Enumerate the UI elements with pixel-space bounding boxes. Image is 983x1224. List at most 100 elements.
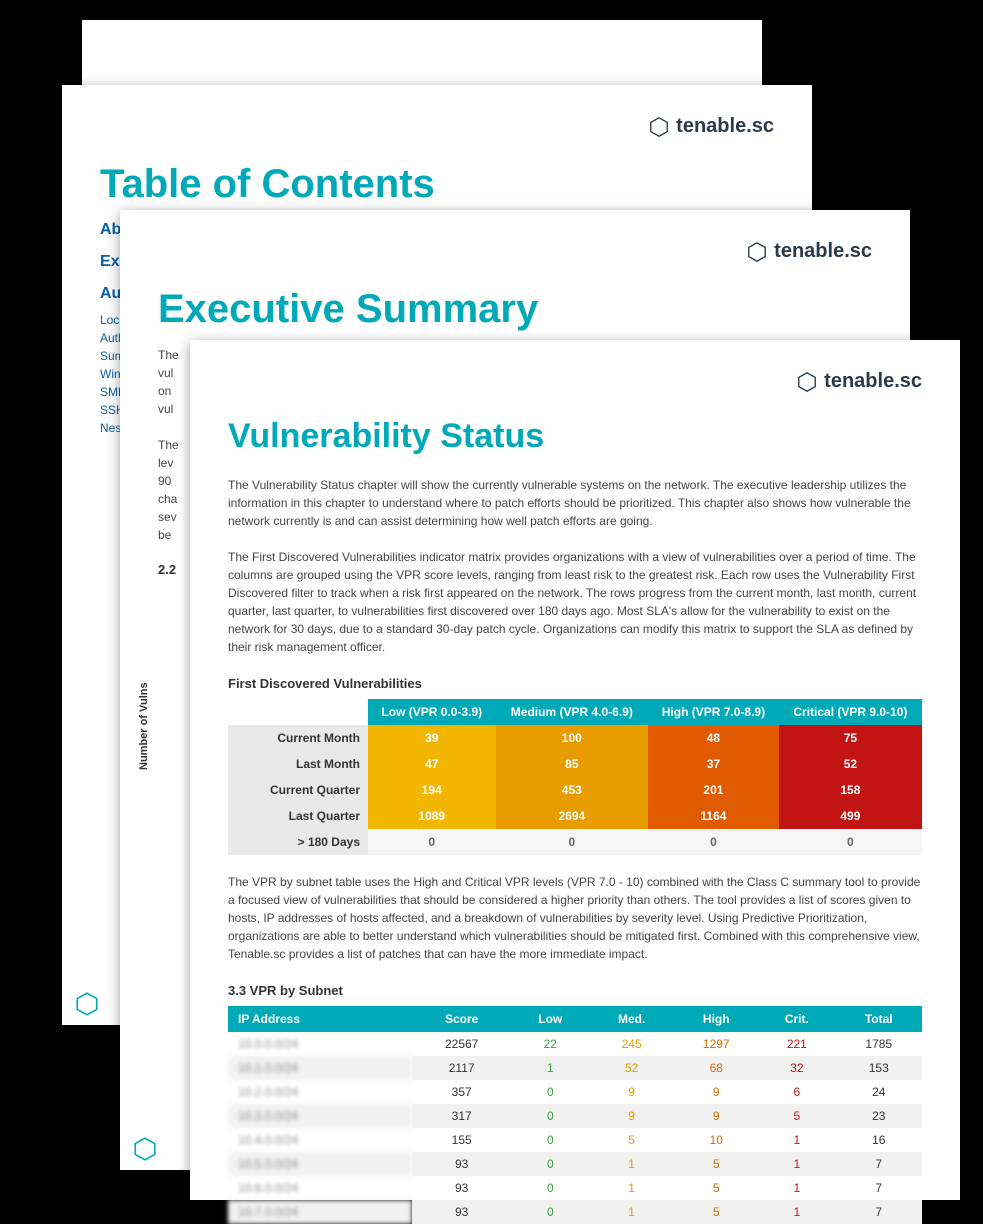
subnet-cell: 0 xyxy=(512,1200,589,1224)
subnet-cell: 0 xyxy=(512,1152,589,1176)
subnet-header: IP Address xyxy=(228,1006,412,1032)
subnet-cell: 1 xyxy=(589,1176,674,1200)
subnet-cell: 1 xyxy=(589,1152,674,1176)
subnet-cell: 9 xyxy=(674,1080,758,1104)
matrix-cell: 0 xyxy=(368,829,496,855)
subnet-cell: 1785 xyxy=(836,1032,923,1056)
subnet-cell: 221 xyxy=(758,1032,835,1056)
subnet-cell: 357 xyxy=(412,1080,512,1104)
matrix-row-label: Last Month xyxy=(228,751,368,777)
hex-icon xyxy=(648,116,670,138)
subnet-cell: 93 xyxy=(412,1176,512,1200)
matrix-cell: 100 xyxy=(496,725,649,751)
subnet-cell: 24 xyxy=(836,1080,923,1104)
subnet-cell: 1 xyxy=(758,1200,835,1224)
subnet-cell: 153 xyxy=(836,1056,923,1080)
subnet-cell: 10.0.0.0/24 xyxy=(228,1032,412,1056)
matrix-cell: 47 xyxy=(368,751,496,777)
vuln-para3: The VPR by subnet table uses the High an… xyxy=(228,873,922,963)
vuln-para2: The First Discovered Vulnerabilities ind… xyxy=(228,548,922,656)
subnet-cell: 9 xyxy=(674,1104,758,1128)
subnet-cell: 23 xyxy=(836,1104,923,1128)
subnet-cell: 5 xyxy=(674,1200,758,1224)
matrix-row: Last Quarter108926941164499 xyxy=(228,803,922,829)
subnet-cell: 6 xyxy=(758,1080,835,1104)
subnet-cell: 5 xyxy=(674,1176,758,1200)
hex-icon xyxy=(74,991,100,1017)
subnet-cell: 93 xyxy=(412,1152,512,1176)
vuln-title: Vulnerability Status xyxy=(228,417,922,456)
subnet-cell: 1 xyxy=(758,1176,835,1200)
subnet-cell: 9 xyxy=(589,1080,674,1104)
subnet-header: Low xyxy=(512,1006,589,1032)
subnet-row: 10.1.0.0/2421171526832153 xyxy=(228,1056,922,1080)
vpr-by-subnet-table: IP AddressScoreLowMed.HighCrit.Total 10.… xyxy=(228,1006,922,1224)
subnet-header: Med. xyxy=(589,1006,674,1032)
subnet-cell: 10.1.0.0/24 xyxy=(228,1056,412,1080)
subnet-cell: 1 xyxy=(758,1128,835,1152)
subnet-cell: 5 xyxy=(758,1104,835,1128)
matrix-title: First Discovered Vulnerabilities xyxy=(228,676,922,691)
matrix-cell: 85 xyxy=(496,751,649,777)
matrix-cell: 194 xyxy=(368,777,496,803)
matrix-row: > 180 Days0000 xyxy=(228,829,922,855)
subnet-cell: 10.5.0.0/24 xyxy=(228,1152,412,1176)
subnet-cell: 22567 xyxy=(412,1032,512,1056)
matrix-cell: 48 xyxy=(648,725,779,751)
subnet-cell: 5 xyxy=(589,1128,674,1152)
subnet-cell: 1 xyxy=(589,1200,674,1224)
matrix-header: Critical (VPR 9.0-10) xyxy=(779,699,922,725)
hex-icon xyxy=(796,371,818,393)
subnet-cell: 1 xyxy=(512,1056,589,1080)
brand-text: tenable.sc xyxy=(676,115,774,138)
subnet-cell: 7 xyxy=(836,1200,923,1224)
matrix-row-label: > 180 Days xyxy=(228,829,368,855)
matrix-cell: 75 xyxy=(779,725,922,751)
chart-y-axis-label: Number of Vulns xyxy=(138,682,150,770)
matrix-cell: 39 xyxy=(368,725,496,751)
subnet-title: 3.3 VPR by Subnet xyxy=(228,983,922,998)
subnet-cell: 22 xyxy=(512,1032,589,1056)
matrix-row: Current Month391004875 xyxy=(228,725,922,751)
subnet-cell: 10 xyxy=(674,1128,758,1152)
subnet-header: Total xyxy=(836,1006,923,1032)
subnet-row: 10.2.0.0/24357099624 xyxy=(228,1080,922,1104)
exec-title: Executive Summary xyxy=(158,287,872,332)
subnet-row: 10.4.0.0/241550510116 xyxy=(228,1128,922,1152)
matrix-cell: 2694 xyxy=(496,803,649,829)
matrix-row: Current Quarter194453201158 xyxy=(228,777,922,803)
subnet-cell: 0 xyxy=(512,1128,589,1152)
subnet-row: 10.7.0.0/249301517 xyxy=(228,1200,922,1224)
matrix-cell: 1164 xyxy=(648,803,779,829)
subnet-cell: 7 xyxy=(836,1176,923,1200)
subnet-cell: 9 xyxy=(589,1104,674,1128)
subnet-cell: 10.4.0.0/24 xyxy=(228,1128,412,1152)
subnet-cell: 16 xyxy=(836,1128,923,1152)
matrix-row-label: Last Quarter xyxy=(228,803,368,829)
subnet-cell: 32 xyxy=(758,1056,835,1080)
matrix-header: High (VPR 7.0-8.9) xyxy=(648,699,779,725)
subnet-cell: 1 xyxy=(758,1152,835,1176)
subnet-cell: 245 xyxy=(589,1032,674,1056)
subnet-cell: 155 xyxy=(412,1128,512,1152)
brand-logo: tenable.sc xyxy=(158,240,872,263)
matrix-cell: 37 xyxy=(648,751,779,777)
matrix-cell: 0 xyxy=(496,829,649,855)
report-page-vuln-status: tenable.sc Vulnerability Status The Vuln… xyxy=(190,340,960,1200)
matrix-header: Medium (VPR 4.0-6.9) xyxy=(496,699,649,725)
subnet-cell: 10.6.0.0/24 xyxy=(228,1176,412,1200)
matrix-cell: 0 xyxy=(779,829,922,855)
matrix-row-label: Current Quarter xyxy=(228,777,368,803)
first-discovered-matrix: Low (VPR 0.0-3.9)Medium (VPR 4.0-6.9)Hig… xyxy=(228,699,922,855)
toc-title: Table of Contents xyxy=(100,162,774,207)
subnet-row: 10.3.0.0/24317099523 xyxy=(228,1104,922,1128)
subnet-cell: 10.7.0.0/24 xyxy=(228,1200,412,1224)
matrix-row-label: Current Month xyxy=(228,725,368,751)
subnet-cell: 10.2.0.0/24 xyxy=(228,1080,412,1104)
matrix-header: Low (VPR 0.0-3.9) xyxy=(368,699,496,725)
subnet-cell: 93 xyxy=(412,1200,512,1224)
brand-text: tenable.sc xyxy=(774,240,872,263)
subnet-cell: 5 xyxy=(674,1152,758,1176)
subnet-cell: 2117 xyxy=(412,1056,512,1080)
subnet-cell: 0 xyxy=(512,1176,589,1200)
